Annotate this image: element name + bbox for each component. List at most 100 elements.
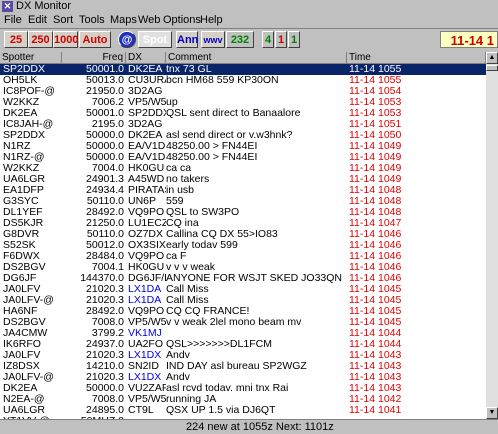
dx-cell: VU2ZAP	[128, 383, 166, 394]
dx-cell: HK0GU	[128, 262, 165, 273]
table-row[interactable]: DK2EA 50000.0 VU2ZAP asl rcvd todav. mni tn…	[0, 383, 486, 394]
table-row[interactable]: N2EA-@ 7008.0 VP5/W5AOrunning JA 11-14 1042	[0, 394, 486, 405]
comment-cell: CQ ina	[166, 218, 199, 229]
table-row[interactable]: N1RZ-@ 50000.0 EA/V1DEO48250.00 > FN44EI 11…	[0, 152, 486, 163]
menu-tools[interactable]: Tools	[79, 14, 105, 27]
table-row[interactable]: IC8POF-@ 21950.0 3D2AG 11-14 1054	[0, 86, 486, 97]
table-row[interactable]: IC8JAH-@ 2195.0 3D2AG 11-14 1051	[0, 119, 486, 130]
freq-cell: 50000.0	[86, 141, 124, 152]
table-row[interactable]: W2KKZ 7004.0 HK0GU ca ca 11-14 1049	[0, 163, 486, 174]
clock-display: 11-14 1	[440, 31, 498, 48]
announce-button[interactable]: Ann	[176, 31, 198, 48]
show-1000-button[interactable]: 1000	[53, 31, 78, 48]
dx-cell: LX1DX	[128, 350, 162, 361]
spot-button[interactable]: Spot	[138, 31, 172, 48]
table-row[interactable]: DL1YEF 28492.0 VQ9PO QSL to SW3PO 11-14 1048	[0, 207, 486, 218]
table-row[interactable]: JA0LFV-@ 21020.3 LX1DX Andv 11-14 1043	[0, 372, 486, 383]
table-row[interactable]: DS2BGV 7004.1 HK0GU v v v weak 11-14 1046	[0, 262, 486, 273]
comment-cell: ANYONE FOR WSJT SKED JO33QN	[166, 273, 343, 284]
time-cell: 11-14 1044	[349, 328, 402, 339]
vertical-scrollbar[interactable]: ▲ ▼	[486, 52, 498, 419]
table-row[interactable]: SP2DDX 50001.0 DK2EA tnx 73 GL 11-14 1055	[0, 64, 486, 75]
spotter-cell: N2EA-@	[3, 394, 45, 405]
time-cell: 11-14 1044	[349, 339, 402, 350]
comment-cell: ca ca	[166, 163, 192, 174]
menu-maps[interactable]: Maps	[110, 14, 137, 27]
menu-file[interactable]: File	[4, 14, 22, 27]
table-row[interactable]: UA6LGR 24901.3 A45WD no takers 11-14 1049	[0, 174, 486, 185]
menu-edit[interactable]: Edit	[28, 14, 47, 27]
col-freq[interactable]: Freq	[62, 52, 126, 64]
table-row[interactable]: N1RZ 50000.0 EA/V1DEO48250.00 > FN44EI 11-1…	[0, 141, 486, 152]
col-spotter[interactable]: Spotter	[0, 52, 62, 64]
freq-cell: 3799.2	[91, 328, 124, 339]
table-row[interactable]: OH5LK 50013.0 CU3URAbcn HM68 559 KP30ON 11-…	[0, 75, 486, 86]
table-row[interactable]: EA1DFP 24934.4 PIRATASin usb 11-14 1048	[0, 185, 486, 196]
show-250-button[interactable]: 250	[28, 31, 53, 48]
spotter-cell: SP2DDX	[3, 64, 46, 75]
table-row[interactable]: JA0LFV 21020.3 LX1DX Andv 11-14 1043	[0, 350, 486, 361]
spotter-cell: JA4CMW	[3, 328, 48, 339]
dx-cell: VP5/W5AO	[128, 97, 166, 108]
comment-cell: bcn HM68 559 KP30ON	[166, 75, 279, 86]
table-row[interactable]: DK2EA 50001.0 SP2DDX QSL sent direct to Ban…	[0, 108, 486, 119]
time-cell: 11-14 1043	[349, 372, 402, 383]
scroll-up-icon[interactable]: ▲	[486, 52, 498, 64]
table-row[interactable]: G3SYC 50110.0 UN6P 559 11-14 1048	[0, 196, 486, 207]
scroll-down-icon[interactable]: ▼	[486, 407, 498, 419]
table-row[interactable]: JA0LFV-@ 21020.3 LX1DA Call Miss 11-14 1045	[0, 295, 486, 306]
comment-cell: Call Miss	[166, 295, 209, 306]
show-25-button[interactable]: 25	[4, 31, 28, 48]
table-row[interactable]: SP2DDX 50000.0 DK2EA asl send direct or v.w…	[0, 130, 486, 141]
comment-cell: tnx 73 GL	[166, 64, 212, 75]
table-row[interactable]: DS5KJR 21250.0 LU1ECZ CQ ina 11-14 1047	[0, 218, 486, 229]
menu-sort[interactable]: Sort	[53, 14, 73, 27]
table-row[interactable]: JA0LFV 21020.3 LX1DA Call Miss 11-14 1045	[0, 284, 486, 295]
comment-cell: IND DAY asl bureau SP2WGZ	[166, 361, 307, 372]
menu-help[interactable]: Help	[200, 14, 223, 27]
time-cell: 11-14 1048	[349, 196, 402, 207]
table-row[interactable]: HA6NF 28492.0 VQ9PO CQ CQ FRANCE! 11-14 1045	[0, 306, 486, 317]
auto-button[interactable]: Auto	[79, 31, 111, 48]
table-row[interactable]: IK6RFO 24937.0 UA2FO QSL>>>>>>>DL1FCM 11-14 …	[0, 339, 486, 350]
dx-cell: PIRATAS	[128, 185, 166, 196]
globe-icon[interactable]: @	[118, 31, 136, 48]
freq-cell: 7004.1	[91, 262, 124, 273]
dx-cell: 3D2AG	[128, 119, 163, 130]
spotter-cell: DS2BGV	[3, 262, 46, 273]
table-row[interactable]: G8DVR 50110.0 OZ7DX Callina CQ DX 55>IO83 11…	[0, 229, 486, 240]
comment-cell: up	[166, 97, 178, 108]
menu-web[interactable]: Web	[138, 14, 160, 27]
spot-table: Spotter Freq DX Comment Time SP2DDX 50001…	[0, 52, 486, 419]
wwv-button[interactable]: wwv	[201, 31, 225, 48]
spotter-cell: DS5KJR	[3, 218, 44, 229]
spotter-cell: G3SYC	[3, 196, 39, 207]
spotter-cell: W2KKZ	[3, 163, 40, 174]
table-row[interactable]: DS2BGV 7008.0 VP5/W5AOv v weak 2lel mono b…	[0, 317, 486, 328]
spotter-cell: OH5LK	[3, 75, 38, 86]
table-row[interactable]: IZ8DSX 14210.0 SN2ID IND DAY asl bureau SP2…	[0, 361, 486, 372]
col-dx[interactable]: DX	[126, 52, 166, 64]
table-row[interactable]: W2KKZ 7006.2 VP5/W5AOup 11-14 1053	[0, 97, 486, 108]
table-row[interactable]: UA6LGR 24895.0 CT9L QSX UP 1.5 via DJ6QT 11-…	[0, 405, 486, 416]
col-time[interactable]: Time	[347, 52, 486, 64]
spotter-cell: IC8JAH-@	[3, 119, 54, 130]
table-row[interactable]: S52SK 50012.0 OX3SIX early todav 599 11-14 1…	[0, 240, 486, 251]
table-row[interactable]: JA4CMW 3799.2 VK1MJ 11-14 1044	[0, 328, 486, 339]
time-cell: 11-14 1049	[349, 174, 402, 185]
comment-cell: Call Miss	[166, 284, 209, 295]
spotter-cell: DK2EA	[3, 108, 38, 119]
dx-cell: LX1DX	[128, 372, 162, 383]
comment-cell: 48250.00 > FN44EI	[166, 152, 258, 163]
time-cell: 11-14 1048	[349, 185, 402, 196]
title-bar: ✕ DX Monitor	[0, 0, 498, 13]
menu-options[interactable]: Options	[163, 14, 201, 27]
comment-cell: QSL>>>>>>>DL1FCM	[166, 339, 272, 350]
table-row[interactable]: F6DWX 28484.0 VQ9PO ca F 11-14 1046	[0, 251, 486, 262]
freq-cell: 21250.0	[86, 218, 124, 229]
col-comment[interactable]: Comment	[166, 52, 347, 64]
table-row[interactable]: DG6JF 144370.0 DG6JF/PANYONE FOR WSJT SKED…	[0, 273, 486, 284]
time-cell: 11-14 1045	[349, 284, 402, 295]
comment-cell: asl rcvd todav. mni tnx Rai	[166, 383, 289, 394]
scroll-thumb[interactable]	[486, 65, 498, 71]
